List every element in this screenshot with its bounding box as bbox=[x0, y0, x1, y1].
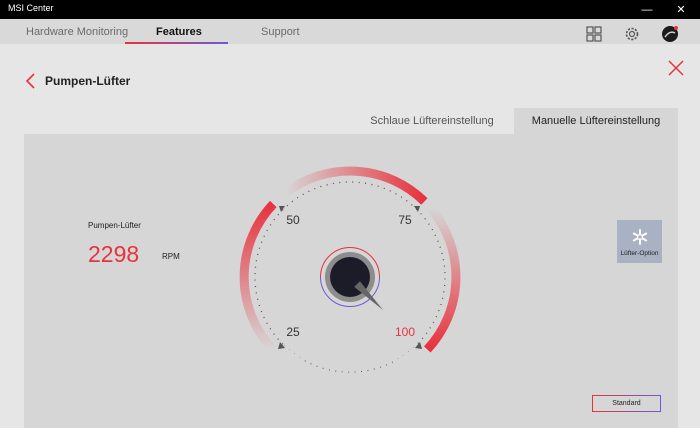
fan-speed-gauge: 25 50 75 100 bbox=[239, 166, 461, 373]
fan-icon bbox=[632, 228, 647, 245]
gauge-scale-gap bbox=[280, 344, 420, 372]
standard-button[interactable]: Standard bbox=[592, 395, 661, 412]
gauge-arc-top bbox=[282, 166, 428, 205]
tick-label-75: 75 bbox=[398, 213, 412, 227]
gauge-arc-left bbox=[239, 200, 277, 354]
tick-label-25: 25 bbox=[286, 325, 300, 339]
tick-marker-50 bbox=[279, 206, 285, 212]
gauge-arc-right bbox=[424, 204, 461, 353]
tick-label-100: 100 bbox=[395, 325, 415, 339]
tick-marker-75 bbox=[414, 206, 420, 212]
tick-label-50: 50 bbox=[286, 213, 300, 227]
fan-option-button[interactable]: Lüfter-Option bbox=[617, 220, 662, 263]
fan-option-label: Lüfter-Option bbox=[620, 249, 659, 257]
